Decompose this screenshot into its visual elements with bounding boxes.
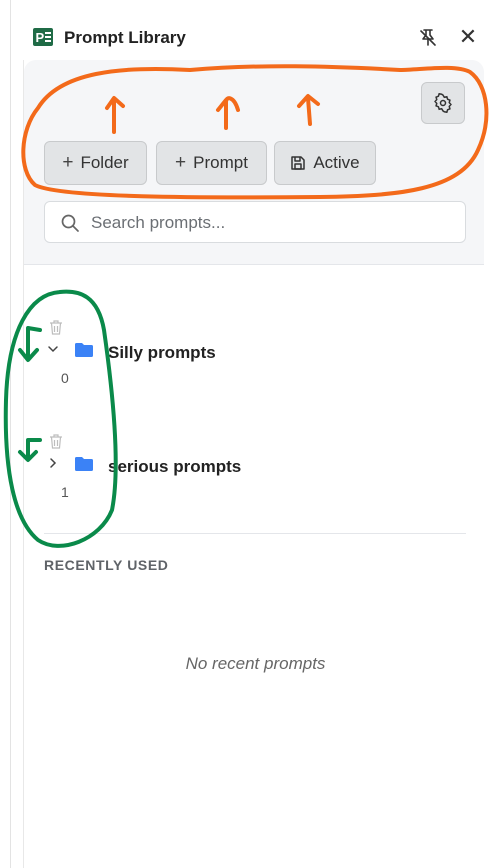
- plus-icon: +: [175, 152, 187, 173]
- chevron-down-icon[interactable]: [46, 342, 60, 356]
- add-folder-button[interactable]: + Folder: [44, 141, 147, 185]
- search-icon: [61, 214, 79, 232]
- folder-count: 0: [61, 370, 69, 386]
- folder-item[interactable]: serious prompts 1: [44, 434, 464, 514]
- recently-used-heading: RECENTLY USED: [44, 557, 169, 573]
- add-prompt-button[interactable]: + Prompt: [156, 141, 267, 185]
- add-folder-label: Folder: [80, 153, 129, 172]
- folder-name: Silly prompts: [108, 343, 216, 362]
- save-active-button[interactable]: Active: [274, 141, 376, 185]
- svg-text:P: P: [36, 30, 45, 45]
- empty-recent-message: No recent prompts: [185, 654, 326, 673]
- save-icon: [291, 156, 306, 170]
- left-edge-divider: [10, 0, 11, 868]
- section-divider: [44, 533, 466, 534]
- plus-icon: +: [62, 152, 74, 173]
- search-input[interactable]: [89, 210, 453, 236]
- app-logo-icon: P: [33, 28, 53, 46]
- folder-count: 1: [61, 484, 69, 500]
- folder-icon: [75, 457, 93, 471]
- settings-button[interactable]: [421, 82, 465, 124]
- search-box: [44, 201, 466, 243]
- pin-off-icon[interactable]: [418, 28, 438, 48]
- add-prompt-label: Prompt: [193, 153, 248, 172]
- page-title: Prompt Library: [64, 28, 186, 47]
- chevron-right-icon[interactable]: [46, 456, 60, 470]
- save-active-label: Active: [313, 153, 360, 172]
- gear-icon: [434, 93, 452, 113]
- panel-header: P Prompt Library ✕: [33, 26, 483, 52]
- trash-icon[interactable]: [49, 434, 63, 449]
- folder-item[interactable]: Silly prompts 0: [44, 320, 464, 400]
- folder-name: serious prompts: [108, 457, 242, 476]
- folder-icon: [75, 343, 93, 357]
- close-icon[interactable]: ✕: [458, 26, 478, 48]
- trash-icon[interactable]: [49, 320, 63, 335]
